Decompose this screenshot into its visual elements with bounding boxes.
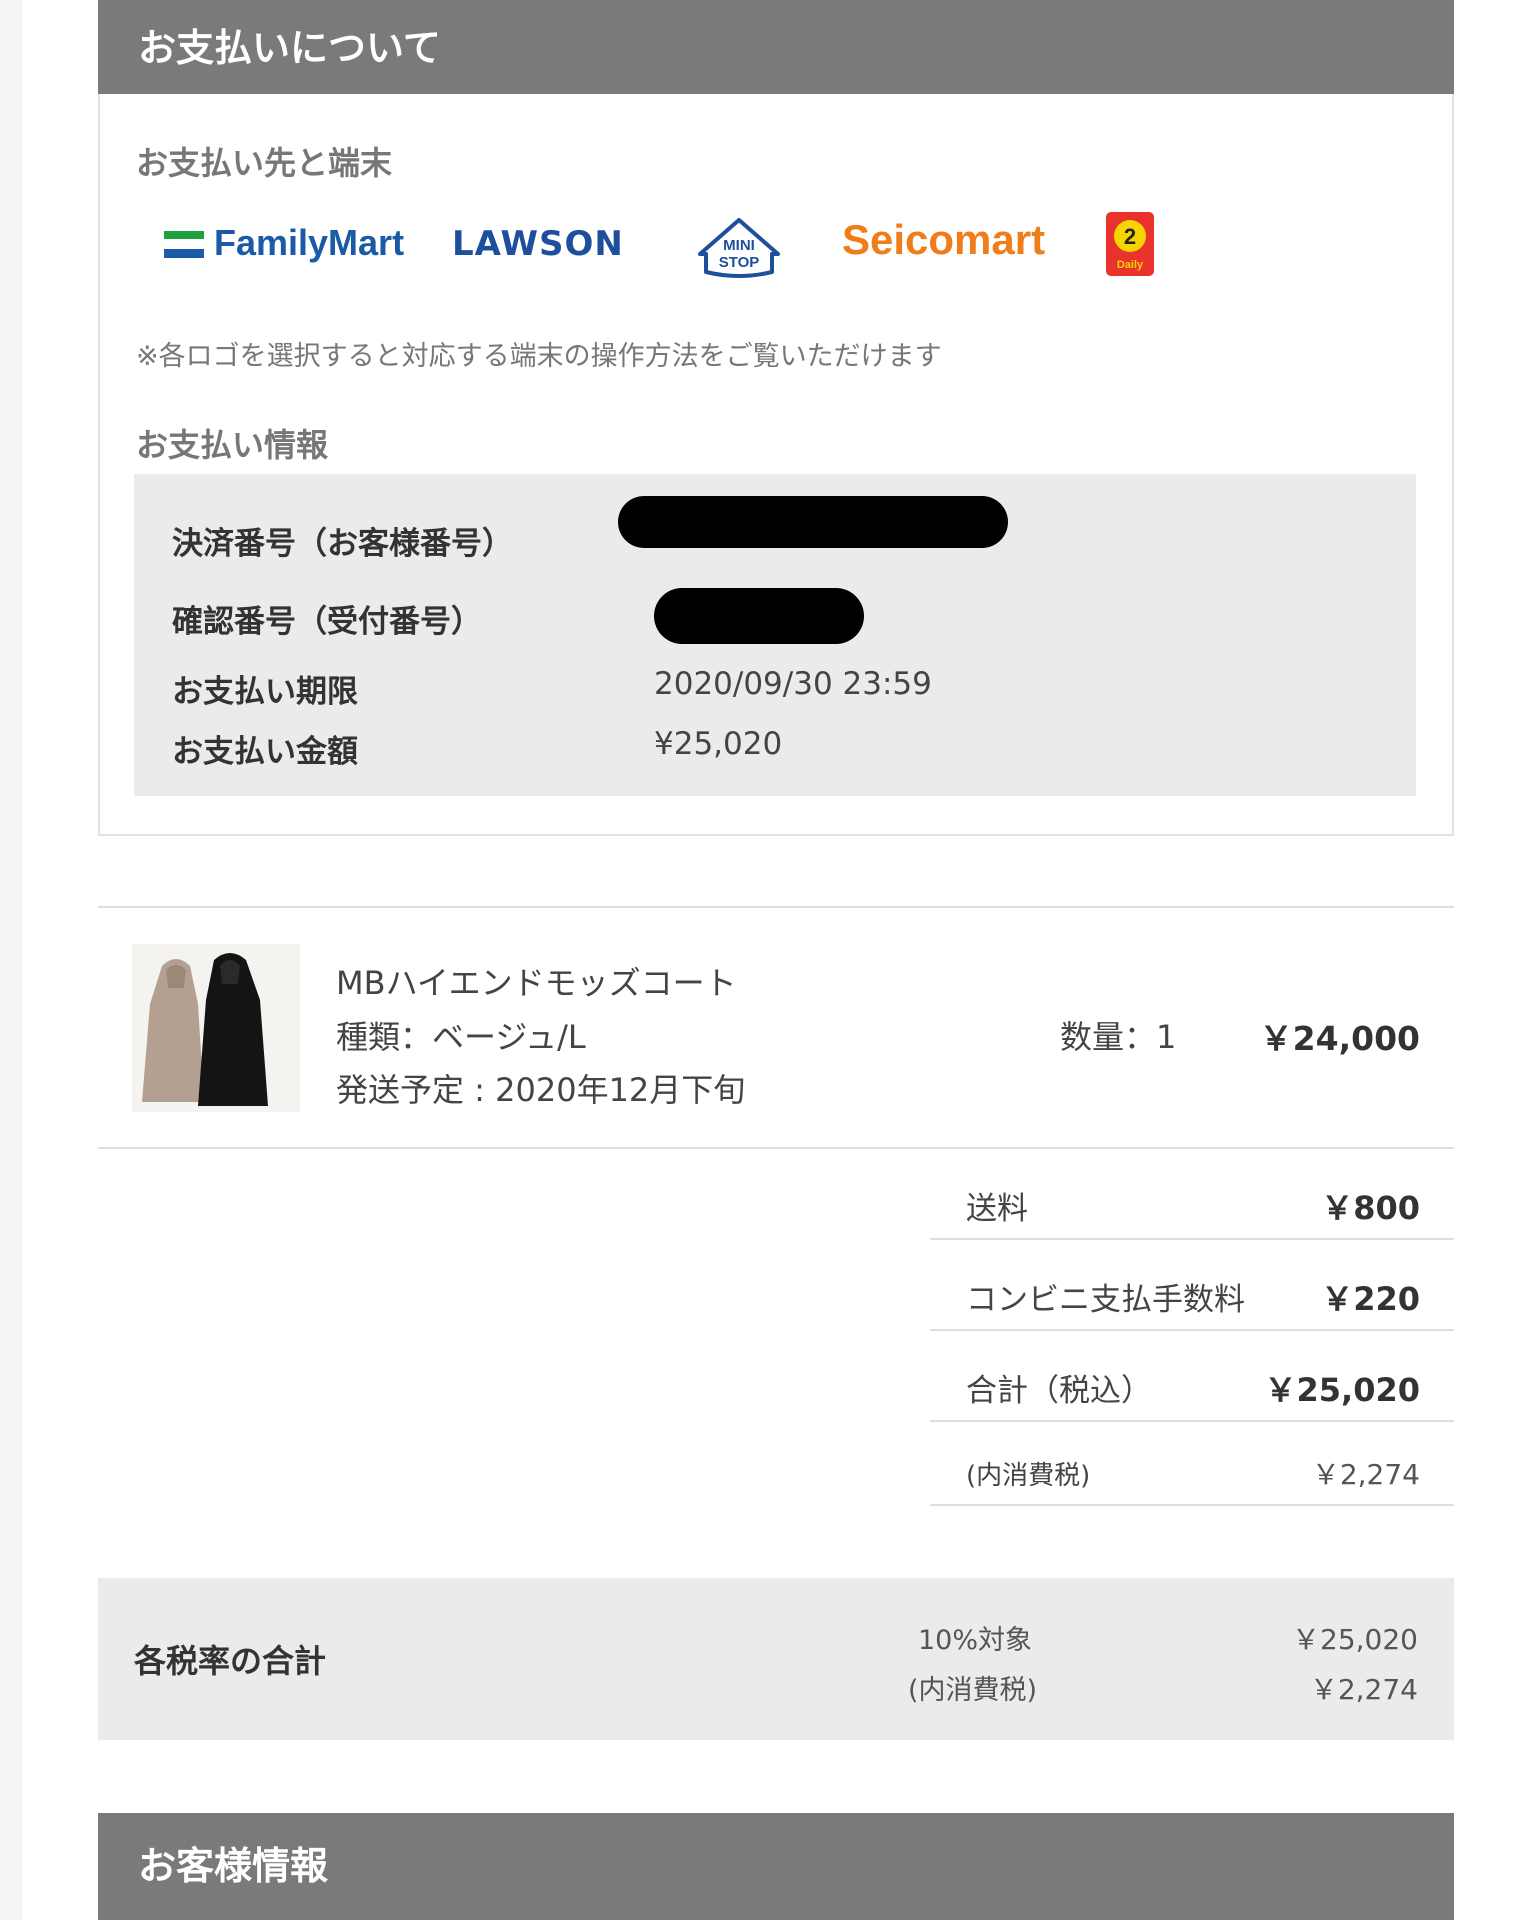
svg-text:Daily: Daily	[1117, 259, 1144, 271]
payment-info-panel: 決済番号（お客様番号） 確認番号（受付番号） お支払い期限 2020/09/30…	[134, 474, 1416, 796]
familymart-logo-text: FamilyMart	[214, 222, 405, 263]
confirmation-number-redaction	[654, 588, 864, 644]
divider	[930, 1504, 1454, 1506]
divider	[930, 1420, 1454, 1422]
customer-section-title: お客様情報	[138, 1844, 329, 1888]
payment-section-header: お支払いについて	[98, 0, 1454, 94]
deadline-label: お支払い期限	[172, 674, 358, 710]
shipping-fee-value: ￥800	[1321, 1189, 1420, 1227]
customer-section-header: お客様情報	[98, 1813, 1454, 1920]
familymart-logo[interactable]: FamilyMart	[162, 222, 405, 268]
payment-section-title: お支払いについて	[138, 26, 441, 70]
convenience-fee-value: ￥220	[1321, 1280, 1420, 1318]
daily-yamazaki-logo-icon: 2 Daily	[1106, 212, 1154, 276]
shipping-fee-label: 送料	[966, 1191, 1028, 1227]
familymart-stripe-icon	[164, 231, 204, 239]
divider	[98, 906, 1454, 908]
tax-rate-10-value: ￥25,020	[1292, 1623, 1418, 1656]
tax-rate-10-label: 10%対象	[918, 1625, 1033, 1656]
svg-text:STOP: STOP	[719, 254, 760, 271]
lawson-logo[interactable]: LAWSON	[452, 222, 642, 268]
settlement-number-redaction	[618, 496, 1008, 548]
ministop-logo[interactable]: MINI STOP	[694, 214, 784, 280]
confirmation-number-label: 確認番号（受付番号）	[172, 604, 482, 640]
amount-value: ¥25,020	[654, 726, 783, 762]
product-name: MBハイエンドモッズコート	[336, 964, 737, 1002]
svg-text:2: 2	[1124, 224, 1136, 249]
seicomart-logo[interactable]: Seicomart	[842, 214, 1072, 270]
product-shipping-date: 発送予定 : 2020年12月下旬	[336, 1071, 746, 1109]
settlement-number-label: 決済番号（お客様番号）	[172, 526, 513, 562]
logo-selection-note: ※各ロゴを選択すると対応する端末の操作方法をご覧いただけます	[136, 341, 942, 372]
divider	[930, 1329, 1454, 1331]
total-label: 合計（税込）	[966, 1373, 1152, 1409]
product-price: ￥24,000	[1259, 1019, 1420, 1058]
total-value: ￥25,020	[1264, 1371, 1421, 1409]
consumption-tax-value: ￥2,274	[1311, 1458, 1420, 1491]
deadline-value: 2020/09/30 23:59	[654, 666, 932, 702]
product-variant: 種類：ベージュ/L	[336, 1018, 586, 1056]
seicomart-logo-text: Seicomart	[842, 216, 1046, 263]
divider	[98, 1147, 1454, 1149]
stores-label: お支払い先と端末	[136, 144, 393, 182]
payment-info-label: お支払い情報	[136, 426, 329, 464]
svg-text:MINI: MINI	[723, 237, 755, 254]
lawson-logo-text: LAWSON	[452, 224, 624, 264]
tax-rate-summary-panel: 各税率の合計 10%対象 ￥25,020 (内消費税) ￥2,274	[98, 1578, 1454, 1740]
consumption-tax-label: (内消費税)	[966, 1461, 1091, 1491]
ministop-logo-icon: MINI STOP	[698, 218, 780, 278]
tax-rate-summary-title: 各税率の合計	[134, 1642, 327, 1680]
product-image[interactable]	[132, 944, 300, 1112]
divider	[930, 1238, 1454, 1240]
amount-label: お支払い金額	[172, 734, 358, 770]
daily-yamazaki-logo[interactable]: 2 Daily	[1104, 210, 1156, 278]
convenience-fee-label: コンビニ支払手数料	[966, 1282, 1245, 1318]
tax-rate-consumption-tax-label: (内消費税)	[908, 1675, 1038, 1706]
coat-image-icon	[132, 944, 300, 1112]
product-quantity: 数量：1	[1060, 1018, 1177, 1056]
tax-rate-consumption-tax-value: ￥2,274	[1309, 1673, 1418, 1706]
